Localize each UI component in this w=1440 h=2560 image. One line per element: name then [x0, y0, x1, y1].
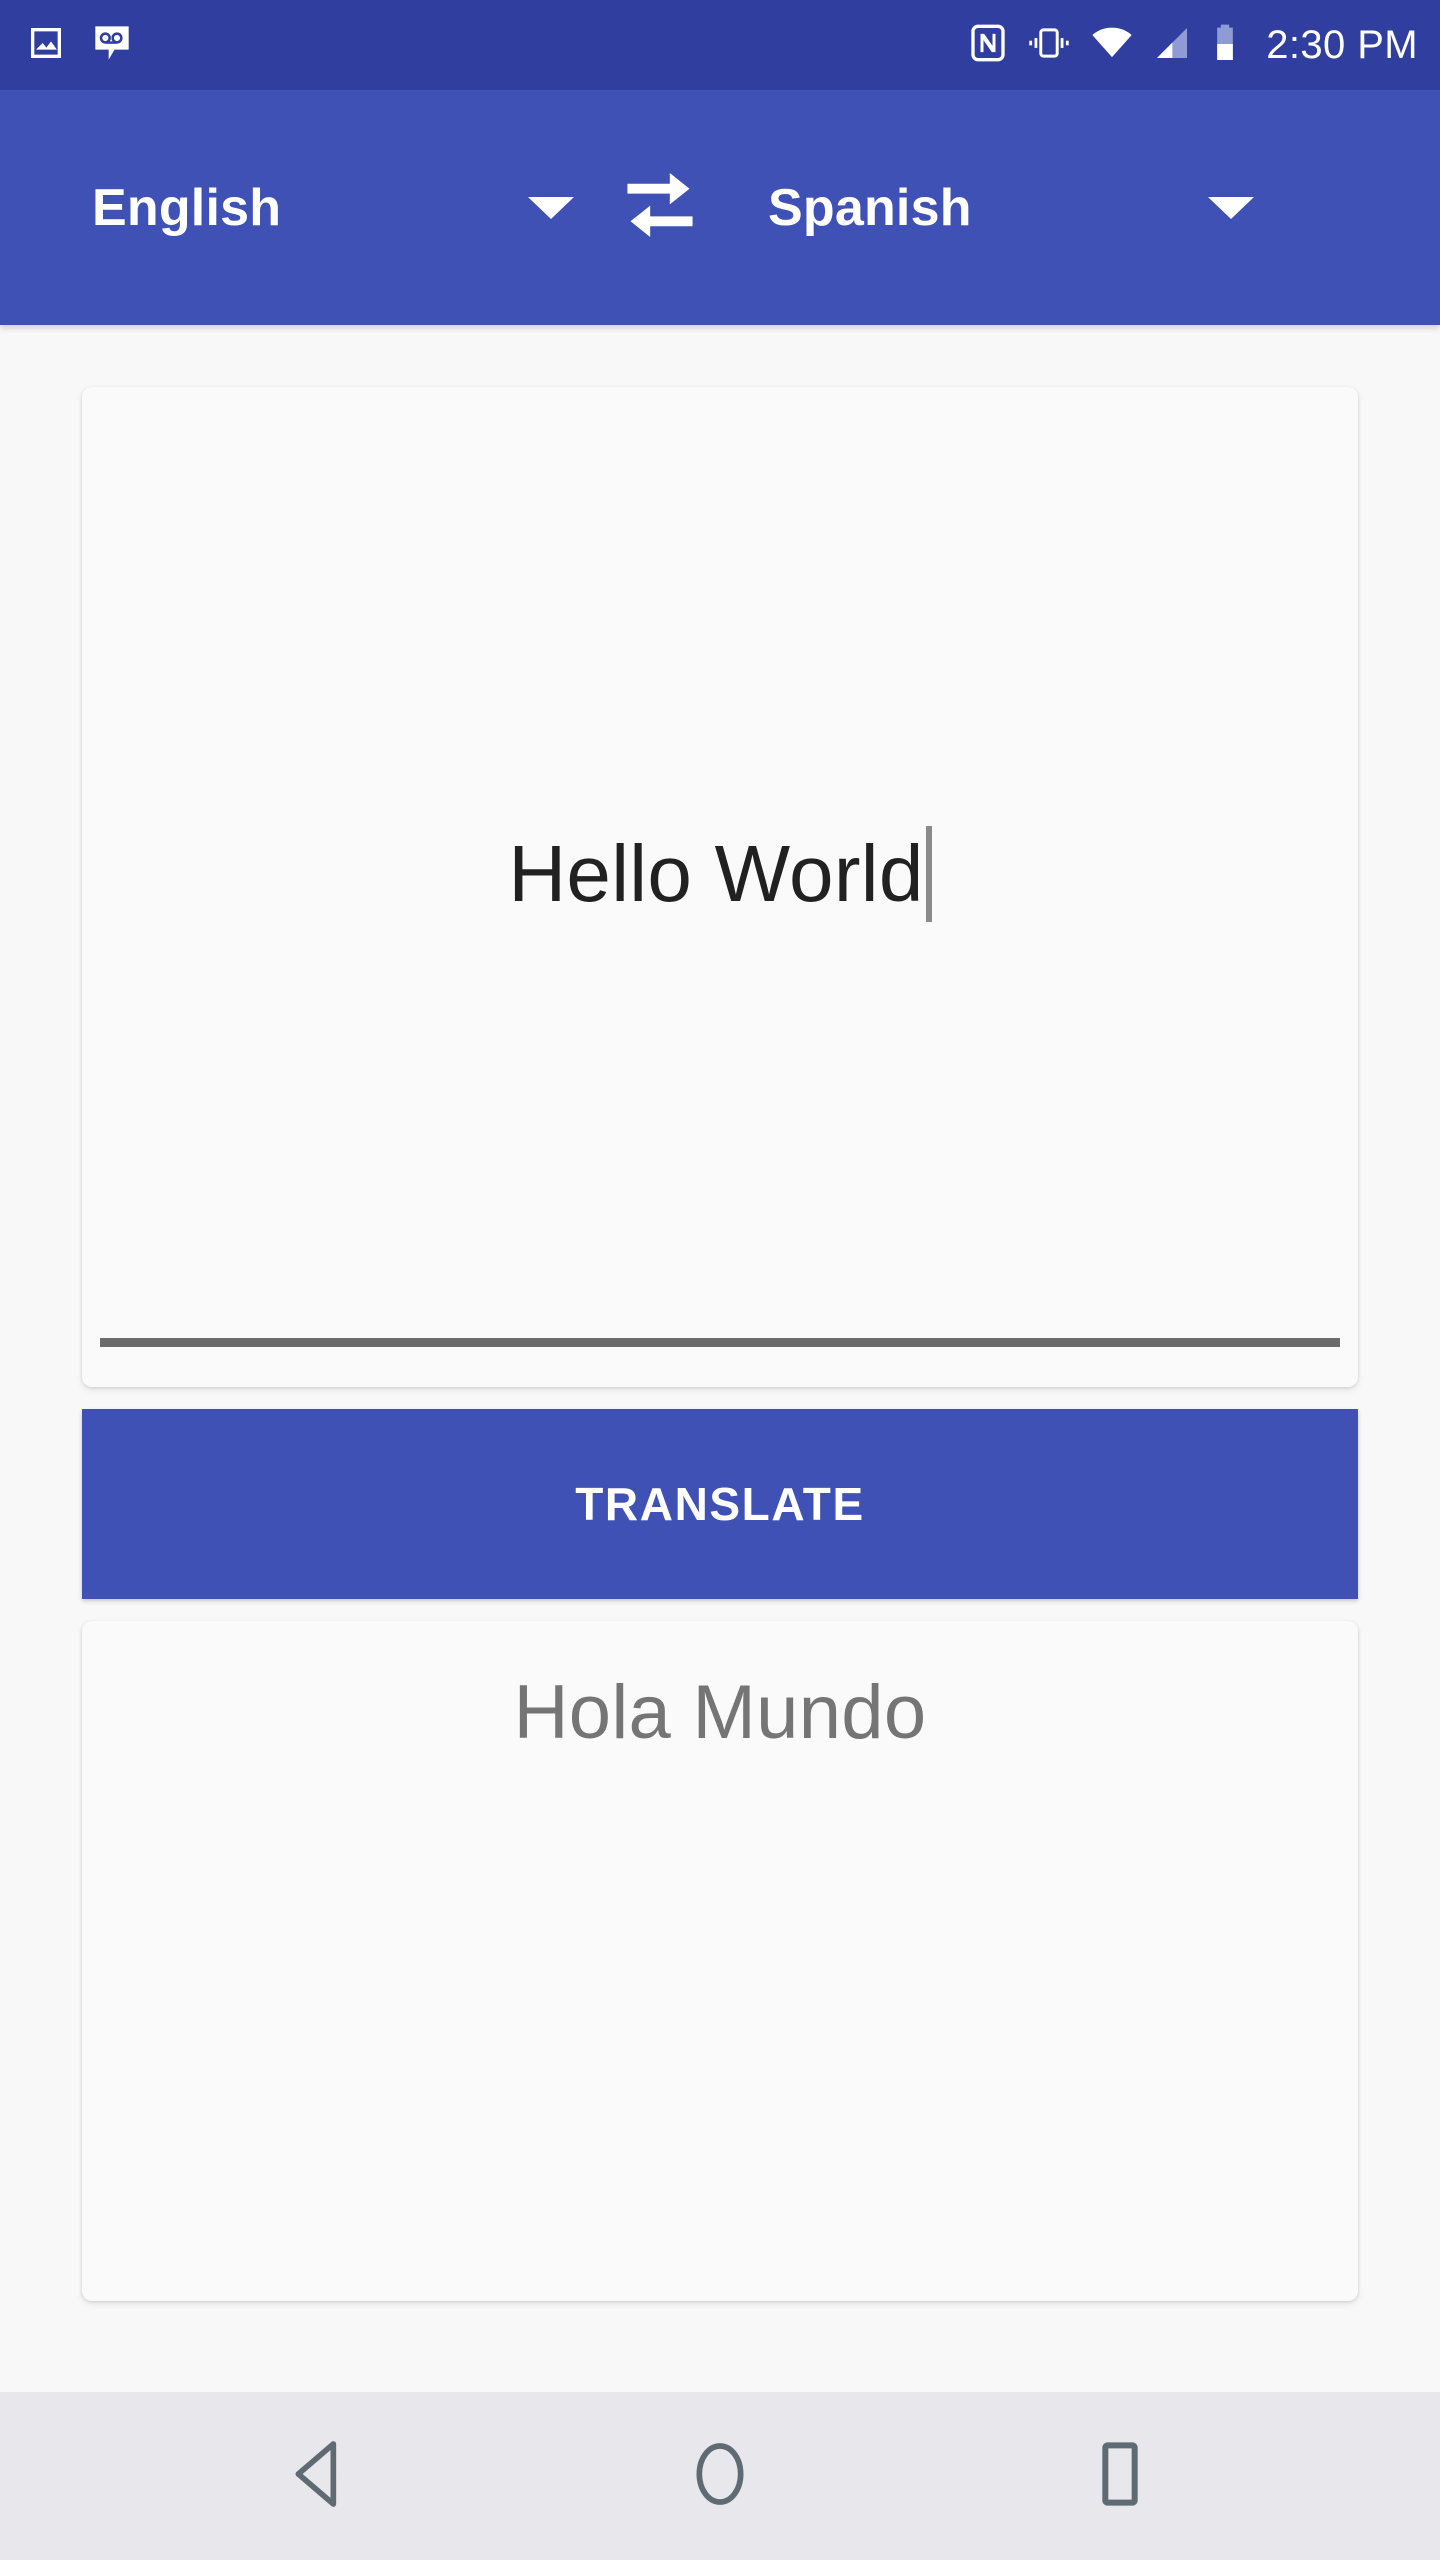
recents-button[interactable] — [1035, 2392, 1205, 2560]
phone-screen: 2:30 PM English Spanish Hello World TRAN… — [0, 0, 1440, 2560]
home-circle-icon — [680, 2434, 760, 2519]
input-underline — [100, 1338, 1340, 1347]
source-language-label: English — [92, 178, 282, 237]
android-navigation-bar — [0, 2392, 1440, 2560]
source-language-selector[interactable]: English — [40, 90, 600, 325]
swap-languages-button[interactable] — [600, 170, 720, 245]
text-cursor — [925, 826, 932, 922]
translated-text-card[interactable]: Hola Mundo — [82, 1621, 1358, 2301]
translate-button-label: TRANSLATE — [575, 1478, 865, 1530]
app-bar: English Spanish — [0, 90, 1440, 325]
image-icon — [26, 23, 66, 68]
translate-button[interactable]: TRANSLATE — [82, 1409, 1358, 1599]
status-bar-clock: 2:30 PM — [1266, 22, 1418, 67]
target-language-selector[interactable]: Spanish — [720, 90, 1280, 325]
source-text-input[interactable]: Hello World — [82, 826, 1358, 922]
cell-signal-icon — [1152, 23, 1192, 68]
caret-down-icon — [1208, 196, 1254, 219]
vibrate-icon — [1026, 23, 1072, 68]
status-bar-right-icons: 2:30 PM — [968, 23, 1418, 68]
back-button[interactable] — [235, 2392, 405, 2560]
voicemail-icon — [92, 23, 132, 68]
main-content: Hello World TRANSLATE Hola Mundo — [0, 325, 1440, 2392]
wifi-icon — [1090, 23, 1134, 68]
source-text-value: Hello World — [508, 829, 924, 918]
translated-text-value: Hola Mundo — [513, 1670, 927, 1755]
back-triangle-icon — [280, 2434, 360, 2519]
home-button[interactable] — [635, 2392, 805, 2560]
target-language-label: Spanish — [768, 178, 972, 237]
status-bar: 2:30 PM — [0, 0, 1440, 90]
caret-down-icon — [528, 196, 574, 219]
nfc-icon — [968, 23, 1008, 68]
recents-square-icon — [1080, 2434, 1160, 2519]
source-text-card[interactable]: Hello World — [82, 387, 1358, 1387]
status-bar-left-icons — [26, 23, 132, 68]
compare-arrows-icon — [617, 170, 703, 245]
battery-icon — [1210, 23, 1240, 68]
